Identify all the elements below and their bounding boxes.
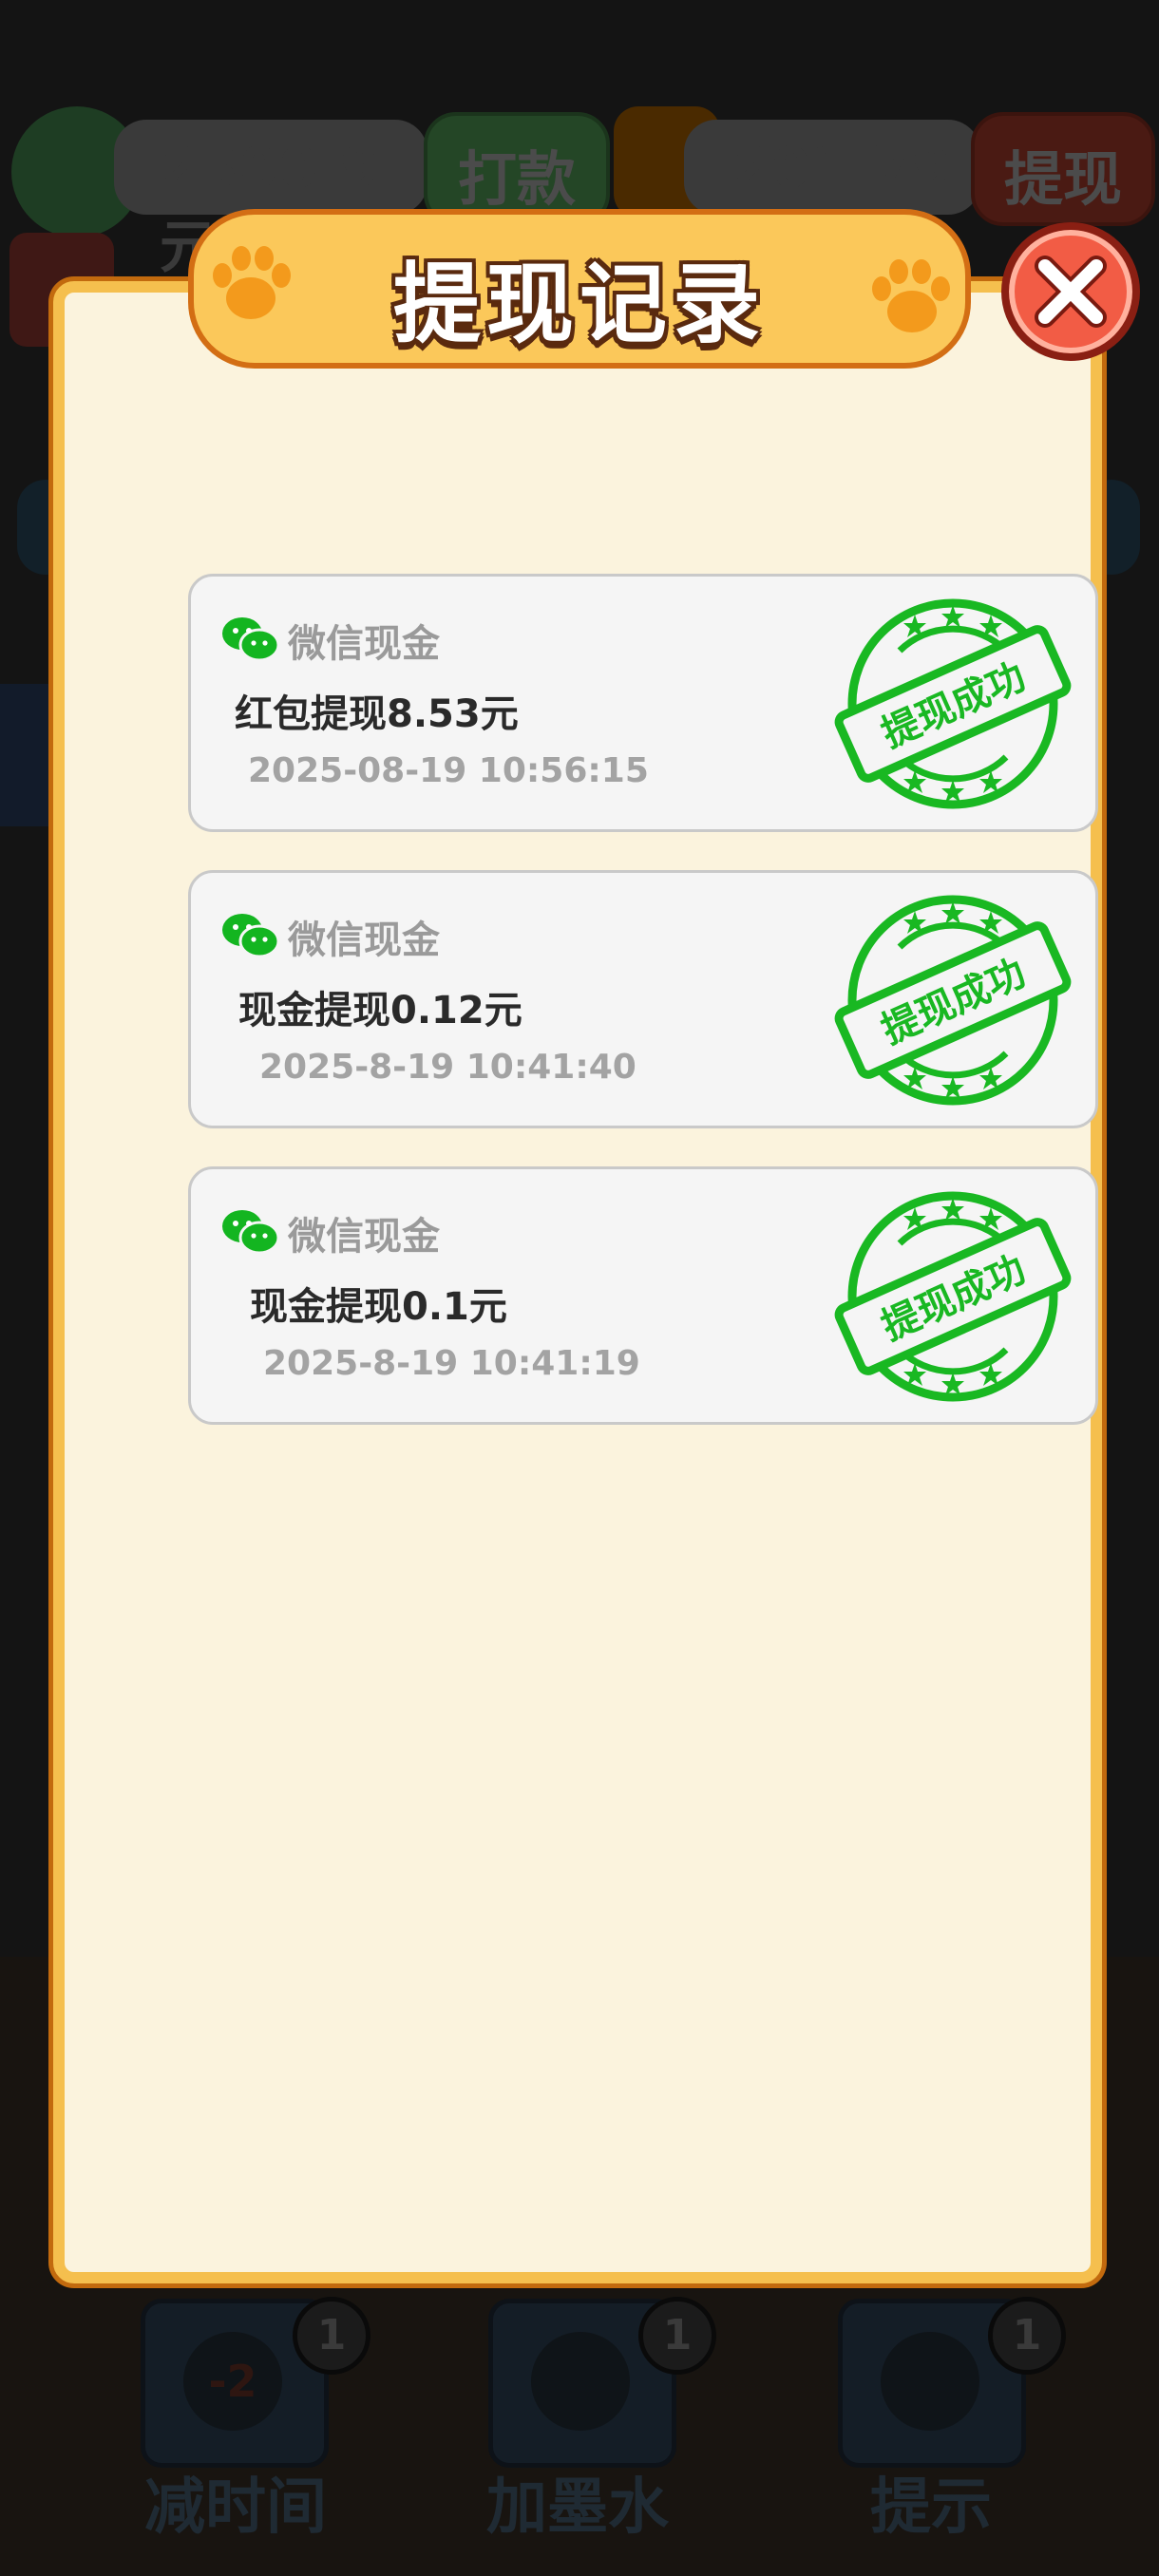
record-title: 红包提现8.53元 [235,692,519,736]
withdraw-button: 提现 [971,112,1155,226]
withdraw-records-dialog: 微信现金 红包提现8.53元 2025-08-19 10:56:15 提现成功 [53,281,1102,2283]
close-button[interactable] [1001,222,1140,361]
withdraw-button-label: 提现 [1003,144,1122,214]
dialog-header: 提现记录 [188,209,971,369]
tool-count-badge: 1 [293,2297,370,2375]
dialog-title: 提现记录 [392,254,766,355]
record-source: 微信现金 [288,919,440,962]
record-source: 微信现金 [288,622,440,666]
tool-reduce-time-label: 减时间 [144,2472,327,2543]
success-stamp-icon: 提现成功 [834,598,1072,809]
record-time: 2025-08-19 10:56:15 [248,751,649,790]
background-side-panel [0,684,53,826]
record-card: 微信现金 现金提现0.1元 2025-8-19 10:41:19 提现成功 [188,1166,1098,1425]
wechat-icon [222,617,280,662]
record-card: 微信现金 红包提现8.53元 2025-08-19 10:56:15 提现成功 [188,574,1098,832]
record-time: 2025-8-19 10:41:19 [263,1344,640,1383]
tool-hint-label: 提示 [870,2472,992,2543]
pencil-icon [531,2332,630,2431]
success-stamp-icon: 提现成功 [834,895,1072,1106]
success-stamp-icon: 提现成功 [834,1191,1072,1402]
pay-button-label: 打款 [457,144,576,214]
tool-count-badge: 1 [638,2297,716,2375]
tool-add-ink-label: 加墨水 [486,2472,669,2543]
record-time: 2025-8-19 10:41:40 [259,1048,636,1087]
wechat-icon [222,914,280,958]
wallet-balance: 2300.9元 [114,120,428,281]
alarm-clock-icon: -2 [183,2332,282,2431]
tool-count-badge: 1 [988,2297,1066,2375]
wechat-icon [222,1210,280,1255]
coin-balance: 201.79元 [684,120,980,281]
record-source: 微信现金 [288,1215,440,1259]
paw-icon [872,259,950,332]
record-title: 现金提现0.12元 [238,989,522,1032]
lightbulb-icon [881,2332,979,2431]
record-card: 微信现金 现金提现0.12元 2025-8-19 10:41:40 提现成功 [188,870,1098,1128]
record-title: 现金提现0.1元 [250,1285,507,1329]
close-icon [1035,256,1107,328]
